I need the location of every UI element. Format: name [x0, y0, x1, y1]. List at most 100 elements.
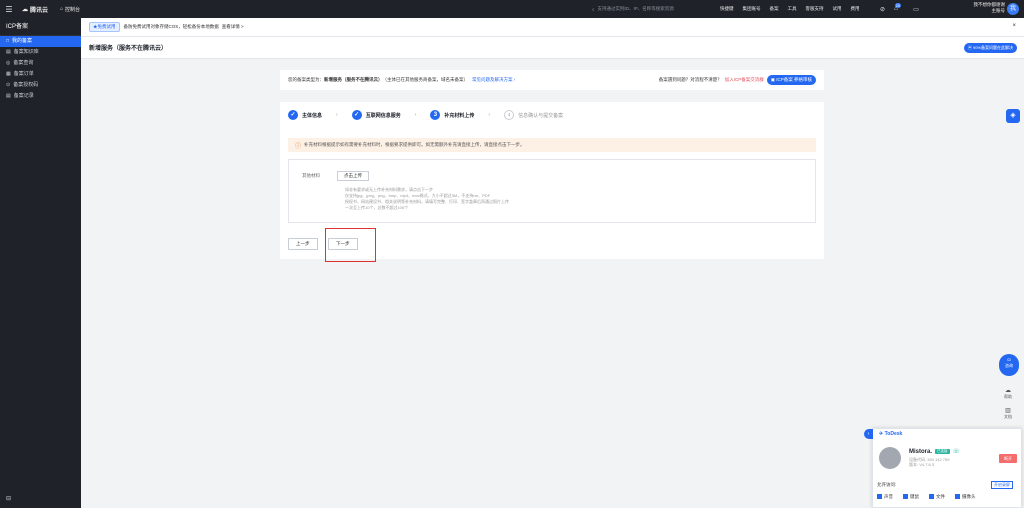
- search-icon: ⌕: [592, 6, 595, 12]
- top-navbar: ☰ ☁ 腾讯云 ⌂ 控制台 ⌕ 支持通过实例ID、IP、名称等搜索资源 快捷键 …: [0, 0, 1024, 18]
- user-info[interactable]: 我不想你都谢谢 主账号: [955, 2, 1006, 14]
- checkbox-icon: [903, 494, 908, 500]
- step-label: 信息确认与提交备案: [518, 112, 564, 119]
- notice-text: 备防免费试用对象存储COS，轻松备份本地数据: [123, 24, 219, 29]
- allow-access-label: 允许访问:: [877, 482, 897, 487]
- settings-icon[interactable]: ⊘: [880, 6, 885, 13]
- icp-review-label: ICP备案 养格审核: [776, 77, 812, 82]
- step-2: ✓ 互联网信息服务: [351, 110, 401, 120]
- hint-line: 一次至上传10个，总数不超过100个: [345, 205, 409, 210]
- todesk-logo-icon: ✈: [879, 431, 884, 437]
- sidebar-item-orders[interactable]: ▦ 备案订单: [0, 69, 81, 80]
- highlight-box: [325, 228, 376, 262]
- help-button[interactable]: ▣ 90%备案问题在此解决: [963, 43, 1017, 53]
- bell-icon[interactable]: ⌂20: [894, 3, 904, 12]
- sidebar-title: ICP备案: [0, 18, 81, 36]
- sidebar-item-query[interactable]: ◎ 备案查询: [0, 58, 81, 69]
- step-3: 3 补充材料上传: [430, 110, 474, 120]
- step-1: ✓ 主体信息: [288, 110, 322, 120]
- cloud-icon: ☁: [1005, 388, 1011, 394]
- chevron-right-icon: ›: [336, 112, 338, 118]
- option-label: 键鼠: [910, 494, 919, 499]
- avatar[interactable]: 我: [1007, 3, 1019, 15]
- docs-tool[interactable]: ▥ 文档: [998, 407, 1018, 420]
- upload-button[interactable]: 点击上传: [337, 171, 369, 181]
- remote-user-name: Mistora.: [909, 448, 933, 455]
- notice-link[interactable]: 查看详情 >: [222, 24, 244, 30]
- page-header: 新增服务（服务不在腾讯云） ▣ 90%备案问题在此解决: [81, 37, 1024, 59]
- sidebar-item-auth-code[interactable]: ⊙ 备案授权码: [0, 80, 81, 91]
- sidebar-item-my-beian[interactable]: □ 我的备案: [0, 36, 81, 47]
- sidebar-item-label: 备案授权码: [13, 82, 39, 88]
- step-4: 4 信息确认与提交备案: [504, 110, 563, 120]
- option-sound[interactable]: 声音: [877, 494, 893, 500]
- chevron-right-icon: ›: [414, 112, 417, 118]
- console-link[interactable]: ⌂ 控制台: [60, 6, 80, 13]
- help-question: 备案遇到问题？对流程不清楚？: [658, 77, 722, 82]
- link-tools[interactable]: 工具: [788, 6, 797, 12]
- option-label: 声音: [884, 494, 893, 499]
- logo[interactable]: ☁ 腾讯云: [22, 5, 48, 14]
- warning-banner: ⓘ 补充材料根据提示如有需要补充材料时，根据要求提供即可。如无需额外补充请直接上…: [288, 138, 816, 152]
- book-icon: ▥: [1005, 408, 1011, 414]
- consult-button[interactable]: ☊ 咨询: [999, 354, 1019, 376]
- disconnect-button[interactable]: 断开: [999, 454, 1017, 463]
- sidebar-item-records[interactable]: ▤ 备案记录: [0, 91, 81, 102]
- docs-tool-label: 文档: [1004, 414, 1012, 419]
- status-badge: 已连接: [935, 449, 950, 454]
- message-count-badge: 20: [894, 3, 902, 8]
- beian-type-bar: 您的备案类型为： 新增服务（服务不在腾讯云） （主体已在其他服务商备案，域名未备…: [280, 70, 824, 90]
- float-assistant-icon[interactable]: ◈: [1006, 109, 1020, 123]
- free-trial-tag[interactable]: ★免费试用: [89, 22, 120, 32]
- link-shortcut[interactable]: 快捷键: [720, 6, 734, 12]
- option-camera[interactable]: 摄像头: [955, 494, 976, 500]
- link-billing[interactable]: 费用: [851, 6, 860, 12]
- link-trial[interactable]: 试用: [833, 6, 842, 12]
- collapse-sidebar-icon[interactable]: ⊟: [6, 495, 11, 502]
- console-label: 控制台: [65, 6, 81, 13]
- document-icon: □: [6, 38, 10, 44]
- consult-label: 咨询: [1005, 363, 1013, 368]
- link-group-account[interactable]: 集团账号: [743, 6, 761, 12]
- step-number: 3: [430, 110, 441, 120]
- close-icon[interactable]: ×: [1012, 23, 1016, 29]
- avatar: [879, 447, 901, 469]
- checkbox-icon: [955, 494, 960, 500]
- steps: ✓ 主体信息 › ✓ 互联网信息服务 › 3 补充材料上传 › 4 信息确认与提交备案: [288, 110, 577, 120]
- prev-button[interactable]: 上一步: [288, 238, 318, 250]
- search-input[interactable]: ⌕ 支持通过实例ID、IP、名称等搜索资源: [592, 4, 712, 14]
- link-support[interactable]: 客服支持: [806, 6, 824, 12]
- link-beian[interactable]: 备案: [770, 6, 779, 12]
- option-file[interactable]: 文件: [929, 494, 945, 500]
- notice-bar: ★免费试用 备防免费试用对象存储COS，轻松备份本地数据 查看详情 > ×: [81, 18, 1024, 37]
- checkbox-icon: [877, 494, 882, 500]
- checkbox-icon: [929, 494, 934, 500]
- faq-link[interactable]: 常见问题及解决方案 ›: [472, 77, 515, 83]
- sidebar: ICP备案 □ 我的备案 ▤ 备案知识库 ◎ 备案查询 ▦ 备案订单 ⊙ 备案授权码 ▤ 备…: [0, 18, 81, 508]
- option-keyboard-mouse[interactable]: 键鼠: [903, 494, 919, 500]
- book-icon: ▤: [6, 49, 11, 55]
- step-label: 互联网信息服务: [365, 112, 401, 119]
- menu-icon[interactable]: ☰: [0, 5, 18, 14]
- icp-review-button[interactable]: ▣ ICP备案 养格审核: [766, 75, 816, 85]
- remote-user: Mistora. 已连接 ☏: [909, 448, 961, 456]
- phone-icon[interactable]: ☏: [953, 448, 961, 455]
- sidebar-item-label: 备案知识库: [13, 49, 39, 55]
- record-button[interactable]: 开启录屏: [991, 481, 1013, 489]
- collapse-icon[interactable]: ›: [864, 429, 873, 439]
- join-group-link[interactable]: 加入ICP备案交流群: [725, 77, 764, 83]
- type-help: 备案遇到问题？对流程不清楚？ 加入ICP备案交流群 ▣ ICP备案 养格审核: [659, 75, 816, 85]
- type-desc: （主体已在其他服务商备案，域名未备案）: [382, 77, 469, 82]
- sidebar-item-label: 备案订单: [13, 71, 34, 77]
- search-placeholder: 支持通过实例ID、IP、名称等搜索资源: [597, 6, 674, 11]
- monitor-icon[interactable]: ▭: [913, 6, 919, 13]
- sidebar-item-knowledge[interactable]: ▤ 备案知识库: [0, 47, 81, 58]
- type-value: 新增服务（服务不在腾讯云）: [324, 77, 383, 82]
- todesk-header: ✈ ToDesk: [873, 429, 1021, 439]
- help-tool[interactable]: ☁ 帮助: [998, 387, 1018, 400]
- step-label: 主体信息: [302, 112, 323, 119]
- other-materials-label: 其他材料: [302, 173, 320, 178]
- help-label: 90%备案问题在此解决: [972, 45, 1013, 50]
- cloud-logo-icon: ☁: [22, 6, 28, 13]
- access-options: 声音 键鼠 文件 摄像头: [877, 494, 976, 500]
